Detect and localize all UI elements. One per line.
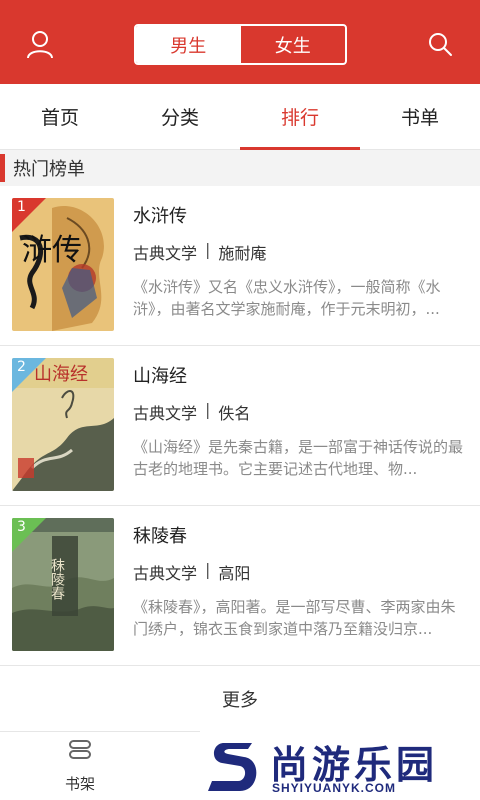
section-header: 热门榜单 (0, 150, 480, 186)
more-button[interactable]: 更多 (0, 666, 480, 732)
meta-separator: | (205, 560, 211, 579)
tab-booklist[interactable]: 书单 (360, 84, 480, 149)
book-meta: 古典文学 | 高阳 (133, 560, 250, 584)
app-header: 男生 女生 (0, 0, 480, 84)
user-icon[interactable] (24, 28, 56, 60)
book-item-3[interactable]: 秣陵春 3 秣陵春 古典文学 | 高阳 《秣陵春》，高阳著。是一部写尽曹、李两家… (0, 506, 480, 666)
book-description: 《水浒传》又名《忠义水浒传》，一般简称《水浒》，由著名文学家施耐庵，作于元末明初… (133, 278, 441, 318)
book-author: 施耐庵 (218, 244, 267, 263)
rank-number: 2 (17, 359, 26, 375)
tab-category[interactable]: 分类 (120, 84, 240, 149)
book-category: 古典文学 (133, 404, 198, 423)
bookshelf-label: 书架 (64, 775, 95, 793)
book-category: 古典文学 (133, 244, 198, 263)
gender-tab-female[interactable]: 女生 (241, 26, 346, 63)
watermark: 尚游乐园 SHYIYUANYK.COM (200, 731, 480, 800)
main-tabs: 首页 分类 排行 书单 (0, 84, 480, 150)
watermark-url: SHYIYUANYK.COM (272, 781, 397, 795)
nav-bookshelf[interactable]: 书架 (40, 739, 120, 795)
section-accent-bar (0, 154, 5, 182)
book-list: 浒传 1 水浒传 古典文学 | 施耐庵 《水浒传》又名《忠义水浒传》，一般简称《… (0, 186, 480, 666)
book-title[interactable]: 山海经 (133, 362, 187, 388)
rank-number: 3 (17, 519, 26, 535)
tab-home[interactable]: 首页 (0, 84, 120, 149)
cover-title-text: 浒传 (22, 233, 82, 268)
bookshelf-icon (67, 739, 93, 765)
watermark-logo-icon (208, 743, 257, 791)
book-item-2[interactable]: 山海经 2 山海经 古典文学 | 佚名 《山海经》是先秦古籍，是一部富于神话传说… (0, 346, 480, 506)
gender-tab-male[interactable]: 男生 (136, 26, 241, 63)
book-description: 《山海经》是先秦古籍，是一部富于神话传说的最古老的地理书。它主要记述古代地理、物… (133, 438, 463, 478)
book-cover[interactable]: 浒传 1 (12, 198, 114, 331)
search-icon[interactable] (424, 28, 456, 60)
book-title[interactable]: 水浒传 (133, 202, 187, 228)
book-category: 古典文学 (133, 564, 198, 583)
book-cover[interactable]: 山海经 2 (12, 358, 114, 491)
book-meta: 古典文学 | 佚名 (133, 400, 250, 424)
book-title[interactable]: 秣陵春 (133, 522, 187, 548)
book-description: 《秣陵春》，高阳著。是一部写尽曹、李两家由朱门绣户，锦衣玉食到家道中落乃至籍没归… (133, 598, 456, 638)
meta-separator: | (205, 240, 211, 259)
cover-title-text: 秣陵春 (49, 557, 65, 600)
book-item-1[interactable]: 浒传 1 水浒传 古典文学 | 施耐庵 《水浒传》又名《忠义水浒传》，一般简称《… (0, 186, 480, 346)
tab-ranking[interactable]: 排行 (240, 84, 360, 150)
book-meta: 古典文学 | 施耐庵 (133, 240, 266, 264)
meta-separator: | (205, 400, 211, 419)
book-cover[interactable]: 秣陵春 3 (12, 518, 114, 651)
gender-toggle: 男生 女生 (134, 24, 347, 65)
section-title: 热门榜单 (13, 159, 85, 180)
book-author: 高阳 (218, 564, 251, 583)
rank-number: 1 (17, 199, 26, 215)
book-author: 佚名 (218, 404, 251, 423)
